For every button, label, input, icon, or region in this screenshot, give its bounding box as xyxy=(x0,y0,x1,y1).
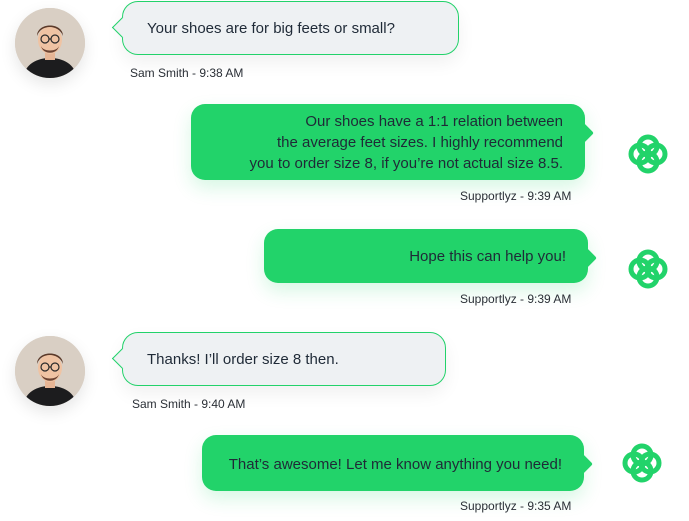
message-meta: Sam Smith - 9:38 AM xyxy=(130,66,244,80)
message-meta: Supportlyz - 9:35 AM xyxy=(460,499,572,513)
supportlyz-logo-icon xyxy=(623,129,673,179)
message-text: Hope this can help you! xyxy=(409,248,566,265)
message-meta: Supportlyz - 9:39 AM xyxy=(460,292,572,306)
message-text: the average feet sizes. I highly recomme… xyxy=(277,134,563,151)
message-bubble-incoming: Thanks! I’ll order size 8 then. xyxy=(122,332,446,386)
message-text: That’s awesome! Let me know anything you… xyxy=(228,456,562,473)
supportlyz-logo-icon xyxy=(623,244,673,294)
message-text: Thanks! I’ll order size 8 then. xyxy=(147,351,339,368)
message-text: Our shoes have a 1:1 relation between xyxy=(305,113,563,130)
message-bubble-outgoing: Our shoes have a 1:1 relation between th… xyxy=(191,104,585,180)
avatar-sam-smith xyxy=(15,336,85,406)
message-text: Your shoes are for big feets or small? xyxy=(147,20,395,37)
message-bubble-outgoing: Hope this can help you! xyxy=(264,229,588,283)
message-meta: Sam Smith - 9:40 AM xyxy=(132,397,246,411)
message-meta: Supportlyz - 9:39 AM xyxy=(460,189,572,203)
message-bubble-incoming: Your shoes are for big feets or small? xyxy=(122,1,459,55)
avatar-sam-smith xyxy=(15,8,85,78)
message-text: you to order size 8, if you’re not actua… xyxy=(249,155,564,172)
message-bubble-outgoing: That’s awesome! Let me know anything you… xyxy=(202,435,584,491)
supportlyz-logo-icon xyxy=(617,438,667,488)
